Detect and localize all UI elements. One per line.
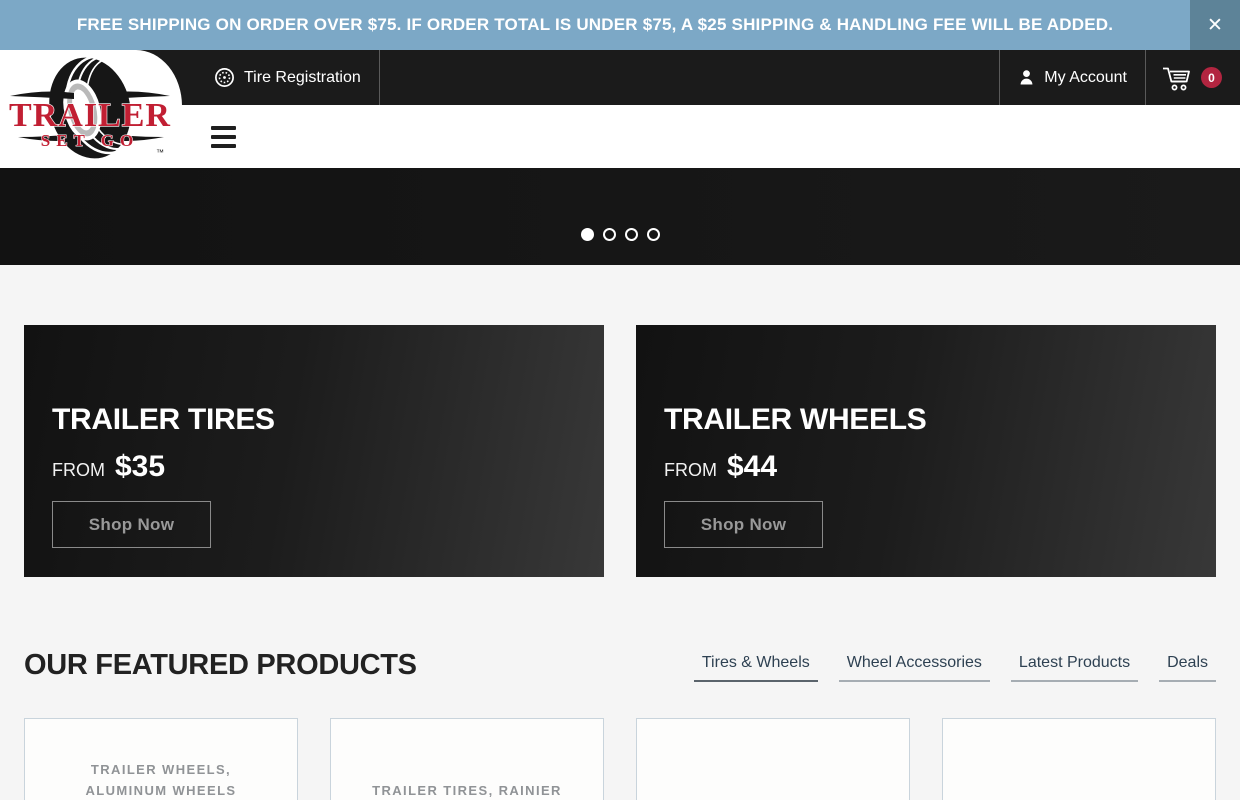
promo-price: $35 (115, 450, 165, 484)
tab-wheel-accessories[interactable]: Wheel Accessories (839, 654, 990, 682)
tire-registration-link[interactable]: Tire Registration (196, 50, 380, 105)
promo-title: TRAILER WHEELS (664, 403, 1216, 437)
cart-icon (1160, 64, 1192, 92)
product-category (637, 719, 909, 780)
free-shipping-banner: FREE SHIPPING ON ORDER OVER $75. IF ORDE… (0, 0, 1240, 50)
site-logo[interactable]: TRAILER SET GO ™ (4, 53, 176, 165)
promo-section: TRAILER TIRES FROM $35 Shop Now TRAILER … (24, 325, 1216, 577)
featured-header: OUR FEATURED PRODUCTS Tires & Wheels Whe… (24, 649, 1216, 682)
promo-from-label: FROM (664, 460, 717, 481)
promo-price-row: FROM $44 (664, 450, 1216, 484)
shop-now-button-wheels[interactable]: Shop Now (664, 501, 823, 548)
cart-button[interactable]: 0 (1145, 50, 1240, 105)
promo-price: $44 (727, 450, 777, 484)
promo-card-trailer-tires: TRAILER TIRES FROM $35 Shop Now (24, 325, 604, 577)
product-category: TRAILER TIRES, RAINIER (331, 719, 603, 800)
promo-title: TRAILER TIRES (52, 403, 604, 437)
carousel-dot-3[interactable] (625, 228, 638, 241)
promo-price-row: FROM $35 (52, 450, 604, 484)
my-account-label: My Account (1044, 69, 1127, 87)
featured-products-title: OUR FEATURED PRODUCTS (24, 649, 417, 682)
shop-now-button-tires[interactable]: Shop Now (52, 501, 211, 548)
carousel-dot-1[interactable] (581, 228, 594, 241)
product-card-aluminum-wheels[interactable]: TRAILER WHEELS, ALUMINUM WHEELS (24, 718, 298, 800)
product-category: TRAILER WHEELS, ALUMINUM WHEELS (25, 719, 297, 800)
promo-card-trailer-wheels: TRAILER WHEELS FROM $44 Shop Now (636, 325, 1216, 577)
logo-text-setgo: SET GO (41, 131, 140, 150)
product-category (943, 719, 1215, 780)
hero-carousel (0, 168, 1240, 265)
promo-from-label: FROM (52, 460, 105, 481)
carousel-dot-4[interactable] (647, 228, 660, 241)
main-header: Tire Registration My Account 0 (0, 50, 1240, 105)
tire-registration-label: Tire Registration (244, 69, 361, 87)
tab-deals[interactable]: Deals (1159, 654, 1216, 682)
user-icon (1018, 69, 1035, 86)
close-icon: ✕ (1207, 14, 1223, 37)
cart-count-badge: 0 (1201, 67, 1222, 88)
logo-text-trailer: TRAILER (9, 97, 171, 134)
product-card-3[interactable] (636, 718, 910, 800)
main-content: TRAILER TIRES FROM $35 Shop Now TRAILER … (0, 325, 1240, 800)
banner-message: FREE SHIPPING ON ORDER OVER $75. IF ORDE… (0, 0, 1190, 50)
product-card-rainier-tires[interactable]: TRAILER TIRES, RAINIER (330, 718, 604, 800)
banner-close-button[interactable]: ✕ (1190, 0, 1240, 50)
product-grid: TRAILER WHEELS, ALUMINUM WHEELS TRAILER … (24, 718, 1216, 800)
tab-tires-and-wheels[interactable]: Tires & Wheels (694, 654, 818, 682)
wheel-icon (214, 67, 235, 88)
featured-tabs: Tires & Wheels Wheel Accessories Latest … (694, 654, 1216, 682)
logo-trademark: ™ (156, 148, 164, 157)
carousel-dot-2[interactable] (603, 228, 616, 241)
carousel-dots (0, 228, 1240, 241)
header-spacer (380, 50, 1000, 105)
product-card-4[interactable] (942, 718, 1216, 800)
my-account-link[interactable]: My Account (999, 50, 1145, 105)
tab-latest-products[interactable]: Latest Products (1011, 654, 1138, 682)
hamburger-menu-icon[interactable] (207, 122, 240, 152)
menu-bar (0, 105, 1240, 168)
